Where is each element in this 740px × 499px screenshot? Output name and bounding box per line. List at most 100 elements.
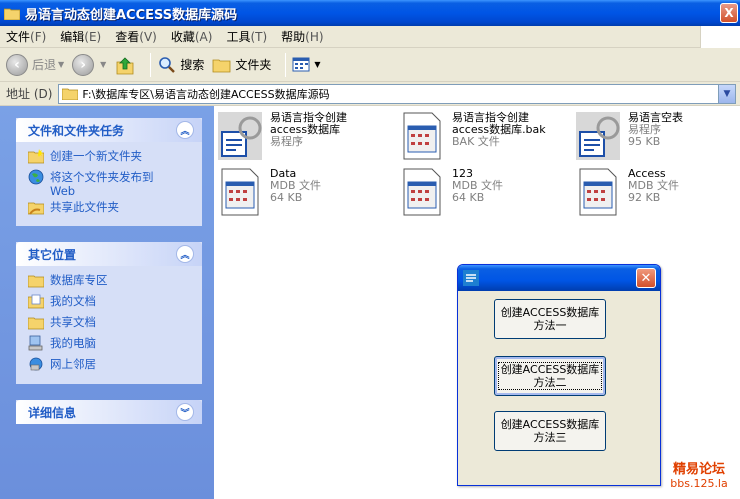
shared-folder-icon xyxy=(28,317,44,330)
dropdown-arrow-icon: ▼ xyxy=(58,60,65,69)
menu-bar: 文件(F) 编辑(E) 查看(V) 收藏(A) 工具(T) 帮助(H) xyxy=(0,26,740,48)
file-item[interactable]: 易语言指令创建 access数据库 易程序 xyxy=(218,112,347,160)
mdb-document-icon xyxy=(579,168,617,216)
place-shared-documents[interactable]: 共享文档 xyxy=(28,314,192,334)
folders-button[interactable]: 文件夹 xyxy=(212,52,271,78)
folder-icon xyxy=(62,88,79,100)
file-tasks-panel: 文件和文件夹任务 ︽ 创建一个新文件夹 将这个文件夹发布到 Web 共享此文件夹 xyxy=(16,118,202,226)
folder-icon xyxy=(28,275,44,288)
task-publish-web[interactable]: 将这个文件夹发布到 Web xyxy=(28,169,192,198)
create-method-3-button[interactable]: 创建ACCESS数据库 方法三 xyxy=(494,411,606,451)
back-label: 后退 xyxy=(32,58,57,72)
folder-icon xyxy=(4,8,20,20)
search-button[interactable]: 搜索 xyxy=(157,52,204,78)
views-icon xyxy=(292,57,310,71)
place-my-computer[interactable]: 我的电脑 xyxy=(28,335,192,355)
task-share-folder[interactable]: 共享此文件夹 xyxy=(28,199,192,219)
place-database-zone[interactable]: 数据库专区 xyxy=(28,272,192,292)
dropdown-arrow-icon: ▼ xyxy=(100,60,107,69)
file-size: 95 KB xyxy=(628,135,661,148)
create-method-1-button[interactable]: 创建ACCESS数据库 方法一 xyxy=(494,299,606,339)
folders-icon xyxy=(212,59,231,72)
file-item[interactable]: 123 MDB 文件 64 KB xyxy=(400,168,503,216)
up-folder-button[interactable] xyxy=(114,52,136,78)
file-item[interactable]: Access MDB 文件 92 KB xyxy=(576,168,679,216)
place-network[interactable]: 网上邻居 xyxy=(28,356,192,376)
other-places-header[interactable]: 其它位置 ︽ xyxy=(16,242,202,266)
window-close-button[interactable]: X xyxy=(720,3,738,23)
dropdown-arrow-icon: ▼ xyxy=(314,60,321,69)
address-input[interactable]: F:\数据库专区\易语言动态创建ACCESS数据库源码 ▼ xyxy=(58,83,736,104)
menu-help[interactable]: 帮助(H) xyxy=(281,28,323,45)
toolbar-separator xyxy=(285,52,287,77)
forum-watermark: 精易论坛 bbs.125.la xyxy=(660,458,738,490)
menu-tools[interactable]: 工具(T) xyxy=(226,28,267,45)
forward-button[interactable]: › ▼ xyxy=(72,52,106,78)
e-language-program-icon xyxy=(218,112,262,160)
create-database-dialog: ✕ 创建ACCESS数据库 方法一 创建ACCESS数据库 方法二 创建ACCE… xyxy=(457,264,661,486)
forward-arrow-icon: › xyxy=(72,53,95,76)
watermark-title: 精易论坛 xyxy=(672,462,725,477)
place-my-documents[interactable]: 我的文档 xyxy=(28,293,192,313)
file-size: 64 KB xyxy=(452,191,485,204)
task-label: 创建一个新文件夹 xyxy=(50,149,142,163)
other-places-panel: 其它位置 ︽ 数据库专区 我的文档 共享文档 我的电脑 网上邻居 xyxy=(16,242,202,384)
file-type: 易程序 xyxy=(270,135,303,148)
globe-icon xyxy=(28,169,44,185)
e-language-app-icon xyxy=(463,270,479,286)
toolbar-separator xyxy=(150,52,152,77)
back-arrow-icon: ‹ xyxy=(6,53,28,76)
new-folder-icon xyxy=(28,149,44,164)
window-title: 易语言动态创建ACCESS数据库源码 xyxy=(25,7,238,23)
task-label: 将这个文件夹发布到 Web xyxy=(50,170,154,198)
details-panel: 详细信息 ︾ xyxy=(16,400,202,424)
file-name: 易语言指令创建 access数据库 xyxy=(270,111,347,136)
address-dropdown-button[interactable]: ▼ xyxy=(718,84,735,103)
collapse-chevron-icon[interactable]: ︽ xyxy=(176,245,194,263)
watermark-url: bbs.125.la xyxy=(670,477,728,490)
search-icon xyxy=(159,56,176,73)
file-size: 92 KB xyxy=(628,191,661,204)
mdb-document-icon xyxy=(221,168,259,216)
file-item[interactable]: Data MDB 文件 64 KB xyxy=(218,168,321,216)
place-label: 我的文档 xyxy=(50,294,96,308)
window-titlebar[interactable]: 易语言动态创建ACCESS数据库源码 X xyxy=(0,0,740,26)
file-name: 易语言指令创建 access数据库.bak xyxy=(452,111,546,136)
panel-title: 详细信息 xyxy=(28,405,77,420)
document-icon xyxy=(403,112,441,160)
windows-logo xyxy=(700,26,740,48)
views-button[interactable]: ▼ xyxy=(292,52,321,78)
menu-view[interactable]: 查看(V) xyxy=(115,28,157,45)
menu-edit[interactable]: 编辑(E) xyxy=(60,28,101,45)
dialog-close-button[interactable]: ✕ xyxy=(636,268,656,288)
file-item[interactable]: 易语言空表 易程序 95 KB xyxy=(576,112,683,160)
up-folder-icon xyxy=(116,56,134,74)
task-new-folder[interactable]: 创建一个新文件夹 xyxy=(28,148,192,168)
mdb-document-icon xyxy=(403,168,441,216)
computer-icon xyxy=(28,335,43,351)
address-path: F:\数据库专区\易语言动态创建ACCESS数据库源码 xyxy=(82,87,330,101)
address-bar: 地址 (D) F:\数据库专区\易语言动态创建ACCESS数据库源码 ▼ xyxy=(0,82,740,106)
button-label: 创建ACCESS数据库 方法二 xyxy=(497,362,603,390)
place-label: 数据库专区 xyxy=(50,273,108,287)
folders-label: 文件夹 xyxy=(235,58,272,72)
place-label: 共享文档 xyxy=(50,315,96,329)
my-documents-icon xyxy=(28,294,44,309)
dialog-titlebar[interactable]: ✕ xyxy=(458,265,660,291)
task-pane: 文件和文件夹任务 ︽ 创建一个新文件夹 将这个文件夹发布到 Web 共享此文件夹… xyxy=(0,106,214,499)
file-size: 64 KB xyxy=(270,191,303,204)
menu-favorites[interactable]: 收藏(A) xyxy=(171,28,213,45)
file-type: BAK 文件 xyxy=(452,135,500,148)
network-icon xyxy=(29,357,43,371)
menu-file[interactable]: 文件(F) xyxy=(6,28,46,45)
details-header[interactable]: 详细信息 ︾ xyxy=(16,400,202,424)
address-label: 地址 (D) xyxy=(6,87,53,101)
back-button[interactable]: ‹ 后退 ▼ xyxy=(6,52,64,78)
panel-title: 文件和文件夹任务 xyxy=(28,123,125,138)
expand-chevron-icon[interactable]: ︾ xyxy=(176,403,194,421)
button-label: 创建ACCESS数据库 方法三 xyxy=(500,418,600,444)
collapse-chevron-icon[interactable]: ︽ xyxy=(176,121,194,139)
file-tasks-header[interactable]: 文件和文件夹任务 ︽ xyxy=(16,118,202,142)
create-method-2-button[interactable]: 创建ACCESS数据库 方法二 xyxy=(494,356,606,396)
file-item[interactable]: 易语言指令创建 access数据库.bak BAK 文件 xyxy=(400,112,546,160)
